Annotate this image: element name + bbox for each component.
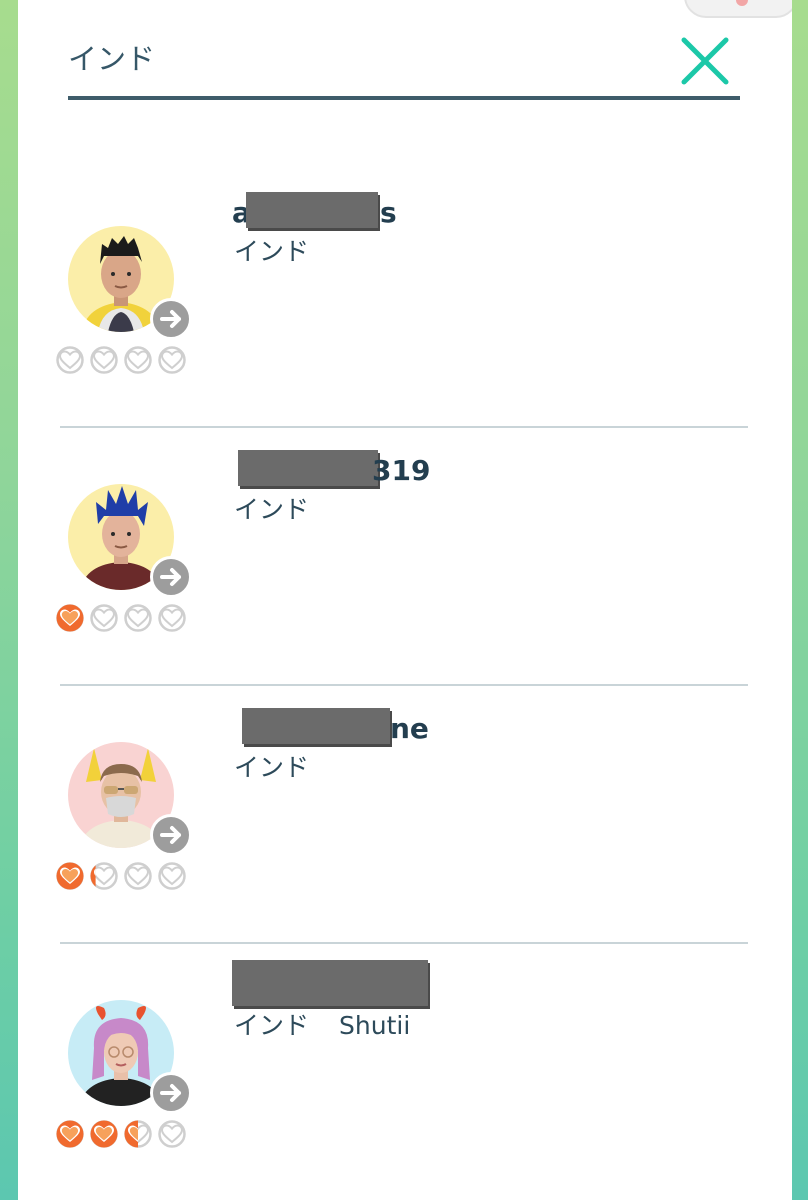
search-underline xyxy=(68,96,740,100)
trainer-country: インド xyxy=(234,237,310,266)
redacted-name-block xyxy=(246,192,378,228)
friendship-heart-icon xyxy=(124,346,152,374)
friend-row[interactable]: a s インド xyxy=(18,128,792,428)
friendship-heart-icon xyxy=(158,346,186,374)
trainer-country: インド xyxy=(234,753,310,782)
friendship-heart-icon xyxy=(56,604,84,632)
close-icon xyxy=(681,37,729,85)
trainer-name: ne xyxy=(232,708,472,748)
friendship-heart-icon xyxy=(124,1120,152,1148)
friend-search-panel: a s インド xyxy=(18,0,792,1200)
redacted-name-block xyxy=(238,450,378,486)
friendship-heart-icon xyxy=(90,346,118,374)
friendship-heart-icon xyxy=(56,1120,84,1148)
trainer-name xyxy=(232,960,532,1006)
open-profile-arrow-icon[interactable] xyxy=(150,556,192,598)
open-profile-arrow-icon[interactable] xyxy=(150,814,192,856)
friendship-level-hearts xyxy=(56,862,196,892)
friendship-heart-icon xyxy=(158,1120,186,1148)
friendship-heart-icon xyxy=(158,604,186,632)
search-bar xyxy=(68,30,740,100)
search-input[interactable] xyxy=(68,30,628,84)
friendship-heart-icon xyxy=(124,862,152,890)
clear-search-button[interactable] xyxy=(678,34,732,88)
friend-row[interactable]: ne インド xyxy=(18,644,792,944)
trainer-country: インド xyxy=(234,495,310,524)
trainer-nickname: Shutii xyxy=(339,1011,411,1040)
open-profile-arrow-icon[interactable] xyxy=(150,298,192,340)
redacted-name-block xyxy=(242,708,390,744)
friendship-level-hearts xyxy=(56,346,196,376)
friend-row[interactable]: 319 インド xyxy=(18,386,792,686)
corner-notification-bubble[interactable] xyxy=(684,0,792,18)
open-profile-arrow-icon[interactable] xyxy=(150,1072,192,1114)
redacted-name-block xyxy=(232,960,428,1006)
friend-row[interactable]: インド Shutii xyxy=(18,902,792,1160)
friendship-heart-icon xyxy=(56,346,84,374)
trainer-name: 319 xyxy=(232,450,472,490)
friendship-heart-icon xyxy=(90,604,118,632)
friendship-heart-icon xyxy=(158,862,186,890)
friendship-heart-icon xyxy=(124,604,152,632)
friendship-level-hearts xyxy=(56,604,196,634)
trainer-name: a s xyxy=(232,192,472,232)
friendship-heart-icon xyxy=(90,1120,118,1148)
trainer-country: インド Shutii xyxy=(234,1011,411,1040)
friendship-heart-icon xyxy=(90,862,118,890)
friendship-heart-icon xyxy=(56,862,84,890)
friendship-level-hearts xyxy=(56,1120,196,1150)
